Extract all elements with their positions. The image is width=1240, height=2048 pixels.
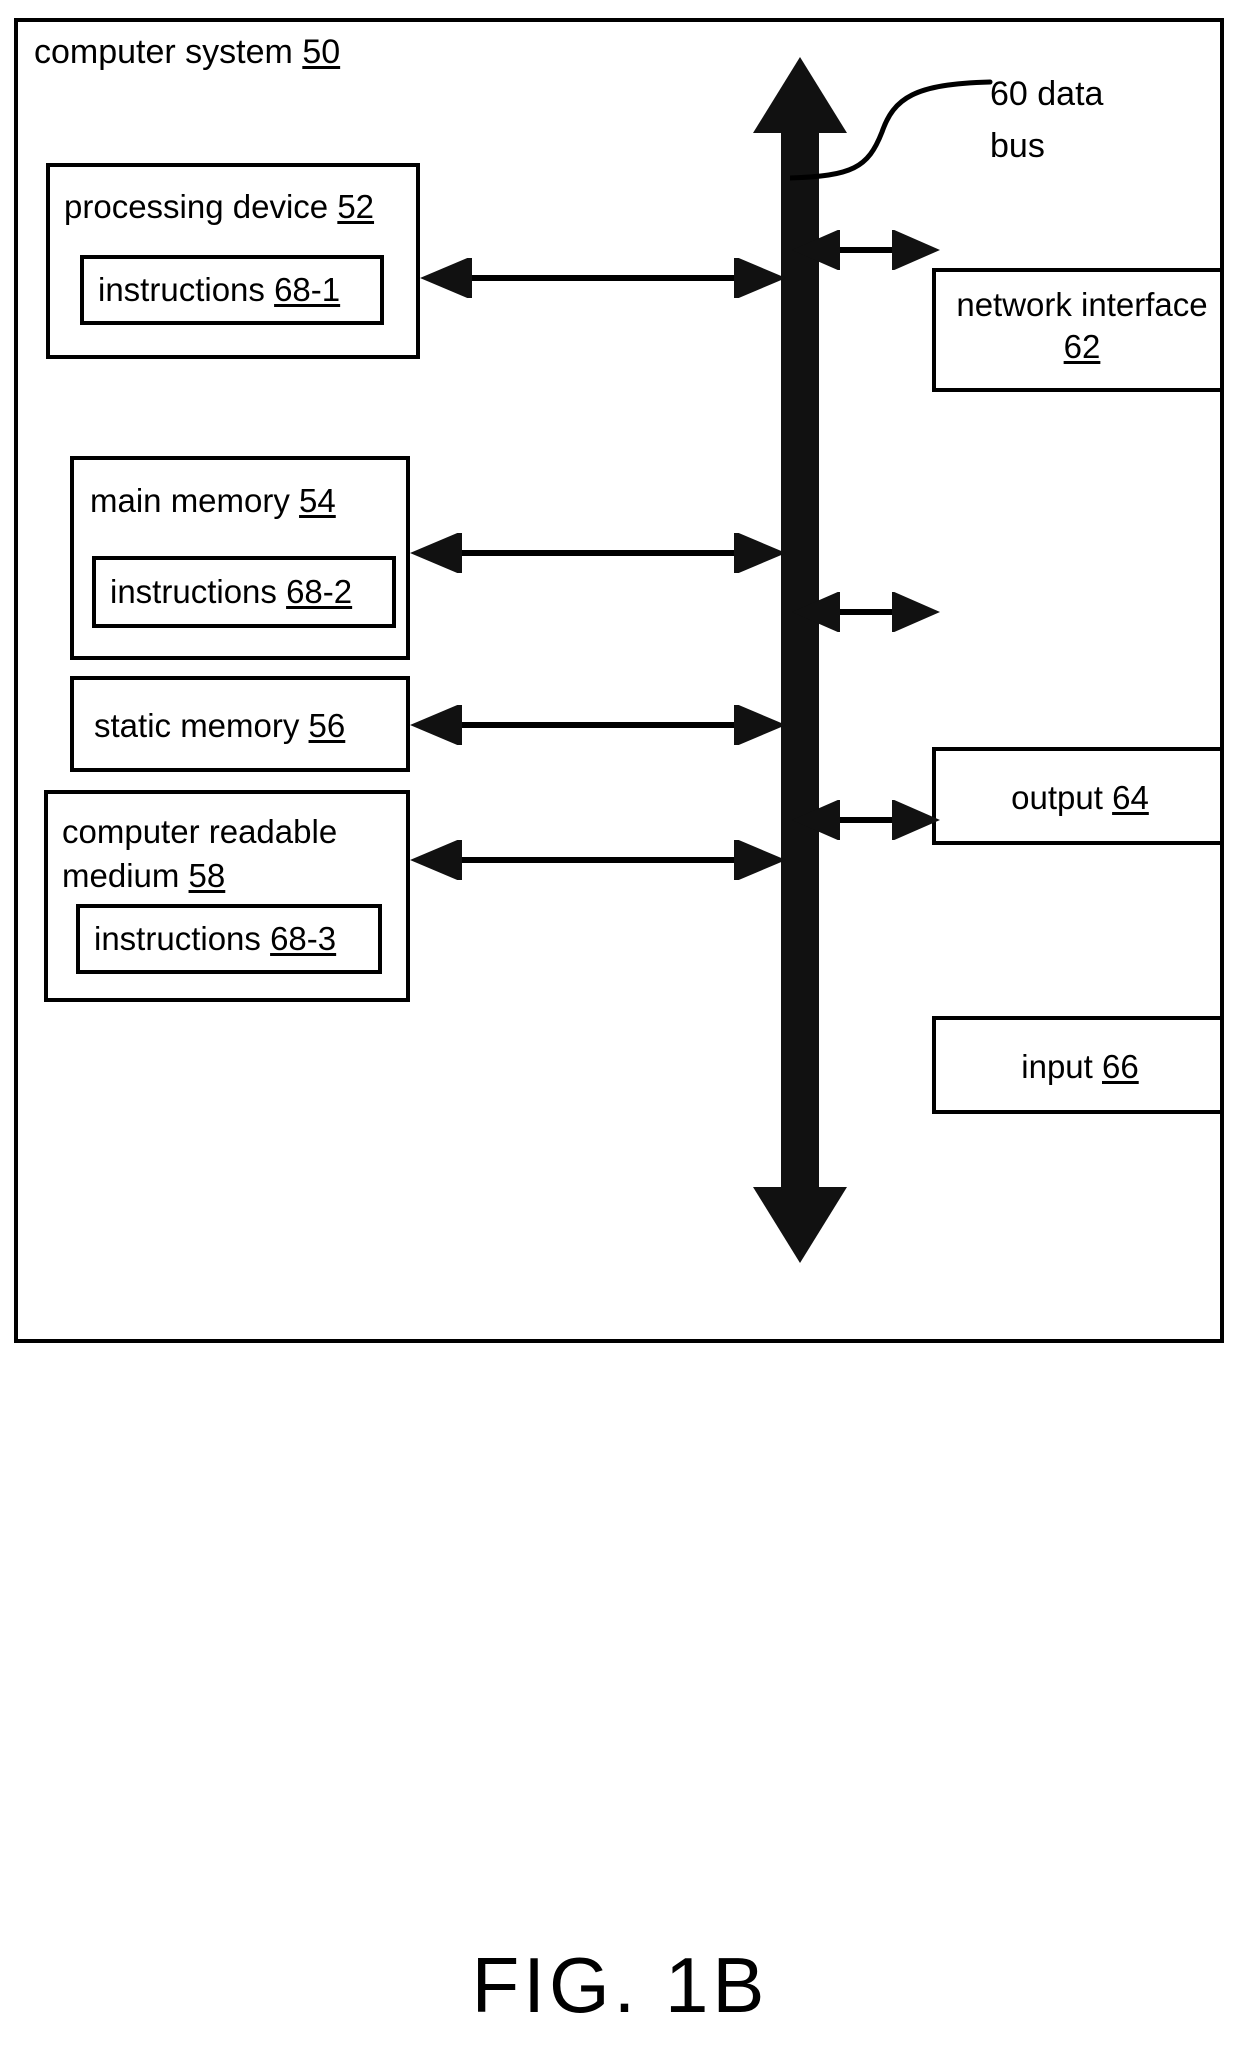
input-box: input 66 (932, 1016, 1224, 1114)
processing-device-label-text: processing device (64, 188, 338, 225)
figure-caption: FIG. 1B (471, 1941, 769, 2029)
output-label-text: output (1011, 779, 1113, 816)
connector-static-memory-to-bus (410, 705, 786, 745)
instructions-68-2-ref-number: 68-2 (286, 573, 353, 610)
connector-bus-to-output (792, 592, 940, 632)
main-memory-ref-number: 54 (299, 482, 336, 519)
instructions-68-1-text: instructions (98, 271, 275, 308)
computer-system-ref-number: 50 (302, 33, 341, 71)
main-memory-instructions-box: instructions 68-2 (92, 556, 396, 628)
output-label: output 64 (936, 777, 1224, 819)
network-interface-box: network interface 62 (932, 268, 1224, 392)
static-memory-box: static memory 56 (70, 676, 410, 772)
figure-page: computer system 50 60 data bus processin… (0, 0, 1240, 2048)
connector-main-memory-to-bus (410, 533, 786, 573)
instructions-68-1-ref-number: 68-1 (274, 271, 341, 308)
computer-readable-medium-label: computer readable medium 58 (62, 810, 392, 898)
processing-device-ref-number: 52 (337, 188, 375, 225)
data-bus-leader-line (790, 70, 1010, 190)
connector-bus-to-network-interface (792, 230, 940, 270)
input-ref-number: 66 (1102, 1048, 1139, 1085)
static-memory-label: static memory 56 (94, 705, 345, 747)
instructions-68-2-label: instructions 68-2 (110, 571, 352, 613)
connector-processing-device-to-bus (420, 258, 786, 298)
network-interface-label-text: network interface (956, 286, 1208, 323)
computer-readable-medium-instructions-box: instructions 68-3 (76, 904, 382, 974)
static-memory-ref-number: 56 (308, 707, 346, 744)
computer-readable-medium-box: computer readable medium 58 instructions… (44, 790, 410, 1002)
connector-computer-readable-medium-to-bus (410, 840, 786, 880)
instructions-68-3-ref-number: 68-3 (270, 920, 337, 957)
instructions-68-3-label: instructions 68-3 (94, 918, 336, 960)
processing-device-instructions-box: instructions 68-1 (80, 255, 384, 325)
static-memory-label-text: static memory (94, 707, 309, 744)
data-bus-label: 60 data bus (990, 75, 1104, 165)
connector-bus-to-input (792, 800, 940, 840)
input-label-text: input (1021, 1048, 1102, 1085)
output-ref-number: 64 (1112, 779, 1149, 816)
computer-system-title-text: computer system (34, 33, 303, 71)
processing-device-label: processing device 52 (64, 186, 374, 228)
computer-system-title: computer system 50 (34, 32, 340, 72)
network-interface-label: network interface 62 (948, 284, 1216, 368)
instructions-68-3-text: instructions (94, 920, 271, 957)
main-memory-label: main memory 54 (90, 480, 336, 522)
network-interface-ref-number: 62 (1063, 328, 1101, 365)
computer-readable-medium-ref-number: 58 (188, 857, 226, 894)
instructions-68-1-label: instructions 68-1 (98, 269, 340, 311)
main-memory-box: main memory 54 instructions 68-2 (70, 456, 410, 660)
processing-device-box: processing device 52 instructions 68-1 (46, 163, 420, 359)
main-memory-label-text: main memory (90, 482, 300, 519)
output-box: output 64 (932, 747, 1224, 845)
instructions-68-2-text: instructions (110, 573, 287, 610)
input-label: input 66 (936, 1046, 1224, 1088)
